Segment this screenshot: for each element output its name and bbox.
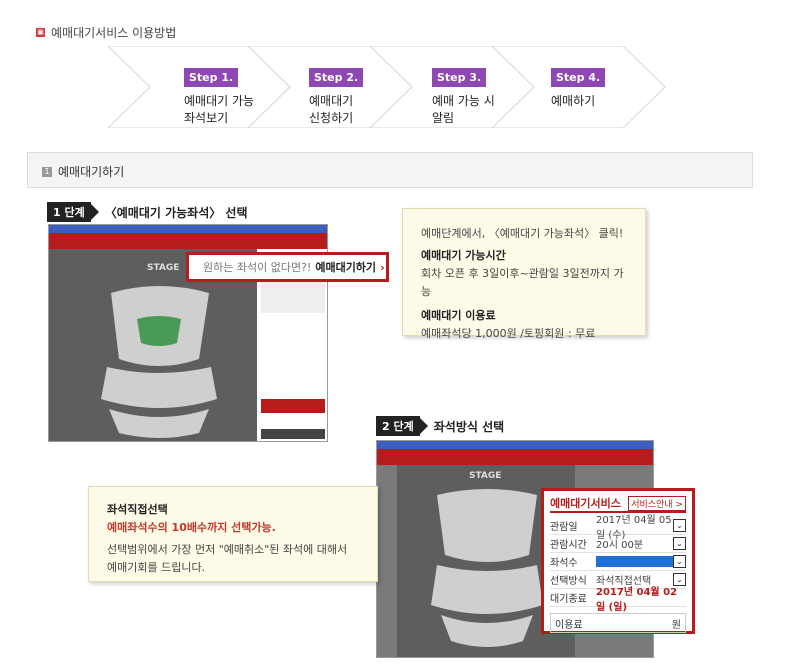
row-label: 대기종료 [550, 594, 587, 605]
step-3: Step 3. 예매 가능 시 알림 [432, 68, 495, 127]
waitlist-banner: 원하는 좌석이 없다면?! 예매대기하기 › [186, 252, 389, 282]
stage2-callout: 좌석직접선택 예매좌석수의 10배수까지 선택가능. 선택범위에서 가장 먼저 … [88, 486, 378, 582]
panel-title: 예매대기서비스 [550, 497, 621, 510]
row-label: 관람시간 [550, 540, 587, 551]
step-text: 알림 [432, 111, 455, 125]
row-end: 대기종료 2017년 04월 02일 (일) [550, 587, 686, 613]
banner-question: 원하는 좌석이 없다면?! [203, 261, 312, 274]
callout-text: /토핑회원 : 무료 [520, 327, 596, 340]
stage1-heading: 1 단계 〈예매대기 가능좌석〉 선택 [47, 202, 248, 222]
window-titlebar [377, 441, 653, 449]
callout-text: 선택범위에서 가장 먼저 "예매취소"된 좌석에 대해서 [107, 543, 348, 556]
service-guide-button[interactable]: 서비스안내 > [628, 495, 686, 511]
step-text: 예매대기 가능 [184, 94, 255, 108]
callout-text: 예매좌석당 1,000원 [421, 327, 517, 340]
chevron-down-icon[interactable]: ⌄ [673, 519, 686, 532]
row-label: 관람일 [550, 522, 578, 533]
callout-heading: 예매대기 이용료 [421, 309, 496, 322]
step-text: 신청하기 [309, 111, 354, 125]
section-title: 예매대기하기 [58, 165, 125, 179]
row-label: 선택방식 [550, 576, 587, 587]
row-time[interactable]: 관람시간 20시 00분 ⌄ [550, 535, 686, 553]
step-4: Step 4. 예매하기 [551, 68, 606, 110]
chevron-down-icon[interactable]: ⌄ [673, 555, 686, 568]
row-fee: 이용료 원 [550, 613, 686, 633]
arrow-icon [419, 418, 428, 434]
waitlist-panel: 예매대기서비스 서비스안내 > 관람일 2017년 04월 05일 (수) ⌄ … [541, 488, 695, 634]
end-date: 2017년 04월 02일 (일) [596, 586, 678, 613]
seat-count-select[interactable] [596, 556, 673, 567]
chevron-down-icon[interactable]: ⌄ [673, 537, 686, 550]
window-header [377, 449, 653, 465]
row-date[interactable]: 관람일 2017년 04월 05일 (수) ⌄ [550, 515, 686, 541]
stage-title: 좌석방식 선택 [433, 419, 505, 434]
chevron-right-icon: › [380, 260, 385, 274]
step-text: 좌석보기 [184, 111, 229, 125]
callout-text: 예매기회를 드립니다. [107, 561, 206, 574]
step-text: 예매 가능 시 [432, 94, 495, 108]
row-value: 20시 00분 [596, 540, 644, 551]
callout-text: 회차 오픈 후 3일이후~관람일 3일전까지 가능 [421, 267, 624, 298]
callout-heading: 좌석직접선택 [107, 503, 168, 516]
stage-title: 〈예매대기 가능좌석〉 선택 [104, 205, 248, 220]
section-number-icon: 1 [42, 166, 52, 177]
page-title-text: 예매대기서비스 이용방법 [51, 26, 177, 40]
window-header [49, 233, 327, 249]
bullet-icon: ▣ [36, 28, 45, 37]
step-badge: Step 2. [309, 68, 364, 87]
fee-unit: 원 [671, 619, 681, 631]
step-text: 예매대기 [309, 94, 354, 108]
row-seats[interactable]: 좌석수 ⌄ [550, 553, 686, 571]
callout-intro: 예매단계에서, 〈예매대기 가능좌석〉 클릭! [421, 227, 624, 240]
stage-label-map: STAGE [469, 471, 502, 481]
row-label: 좌석수 [550, 558, 578, 569]
stage-label: 1 단계 [47, 202, 91, 222]
step-badge: Step 4. [551, 68, 606, 87]
section-bar: 1 예매대기하기 [27, 152, 753, 188]
step-badge: Step 1. [184, 68, 239, 87]
step-1: Step 1. 예매대기 가능 좌석보기 [184, 68, 254, 127]
stage1-callout: 예매단계에서, 〈예매대기 가능좌석〉 클릭! 예매대기 가능시간 회차 오픈 … [402, 208, 646, 340]
row-label: 이용료 [555, 619, 583, 631]
stage2-heading: 2 단계 좌석방식 선택 [376, 416, 504, 436]
step-2: Step 2. 예매대기 신청하기 [309, 68, 364, 127]
waitlist-button[interactable]: 예매대기하기 [315, 259, 376, 275]
stage-label-map: STAGE [147, 263, 180, 273]
window-titlebar [49, 225, 327, 233]
page-title: ▣ 예매대기서비스 이용방법 [36, 24, 176, 41]
stage-label: 2 단계 [376, 416, 420, 436]
step-text: 예매하기 [551, 94, 596, 108]
arrow-icon [90, 204, 99, 220]
callout-heading: 예매대기 가능시간 [421, 249, 506, 262]
callout-highlight: 예매좌석수의 10배수까지 선택가능. [107, 521, 276, 534]
step-badge: Step 3. [432, 68, 487, 87]
